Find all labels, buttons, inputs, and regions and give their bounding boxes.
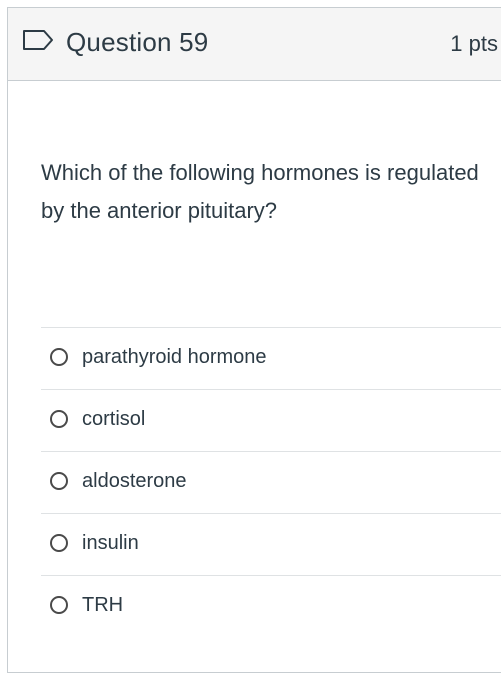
answer-option[interactable]: parathyroid hormone	[41, 328, 501, 390]
answer-option[interactable]: aldosterone	[41, 452, 501, 514]
question-text: Which of the following hormones is regul…	[41, 160, 479, 223]
answer-option[interactable]: cortisol	[41, 390, 501, 452]
question-title: Question 59	[66, 27, 209, 57]
question-header: Question 59 1 pts	[8, 8, 501, 81]
answer-option[interactable]: insulin	[41, 514, 501, 576]
question-card: Question 59 1 pts Which of the following…	[7, 7, 501, 673]
radio-button[interactable]	[50, 472, 68, 490]
answer-label[interactable]: parathyroid hormone	[82, 344, 267, 370]
radio-button[interactable]	[50, 348, 68, 366]
answer-label[interactable]: aldosterone	[82, 468, 187, 494]
radio-button[interactable]	[50, 534, 68, 552]
answer-list: parathyroid hormone cortisol aldosterone…	[41, 327, 501, 638]
answer-label[interactable]: insulin	[82, 530, 139, 556]
answer-label[interactable]: cortisol	[82, 406, 145, 432]
question-points: 1 pts	[450, 31, 498, 56]
radio-button[interactable]	[50, 410, 68, 428]
radio-button[interactable]	[50, 596, 68, 614]
answer-option[interactable]: TRH	[41, 576, 501, 638]
flag-icon[interactable]	[22, 29, 56, 51]
answer-label[interactable]: TRH	[82, 592, 123, 618]
